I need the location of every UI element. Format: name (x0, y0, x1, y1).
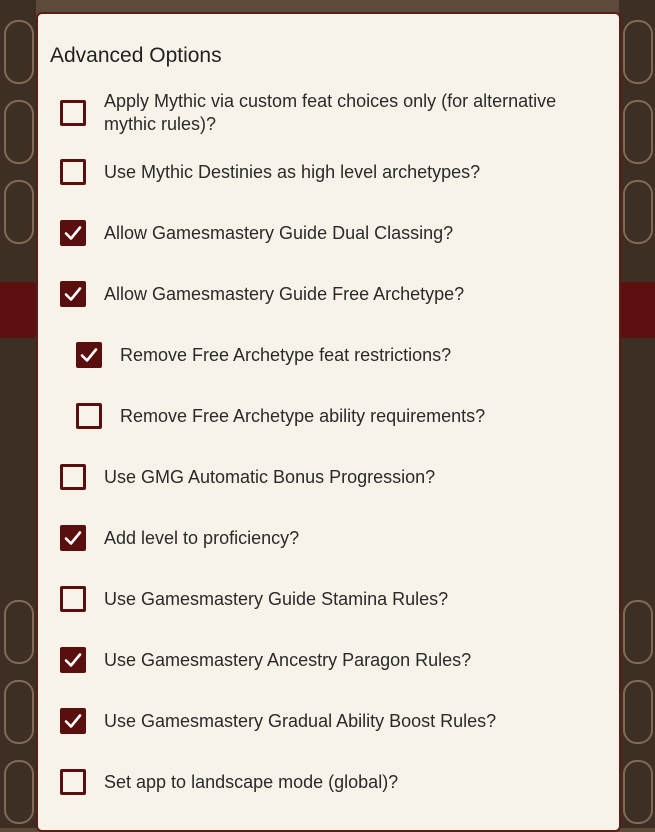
option-label: Use Gamesmastery Guide Stamina Rules? (104, 588, 449, 609)
right-frame-border (619, 0, 655, 828)
option-row[interactable]: Remove Free Archetype feat restrictions? (76, 342, 601, 368)
ornament-icon (4, 20, 34, 84)
checkmark-icon (80, 348, 98, 362)
checkmark-icon (64, 714, 82, 728)
left-frame-border (0, 0, 36, 828)
option-label: Use GMG Automatic Bonus Progression? (104, 466, 436, 487)
option-row[interactable]: Use GMG Automatic Bonus Progression? (60, 464, 601, 490)
option-label: Apply Mythic via custom feat choices onl… (104, 91, 557, 134)
checkmark-icon (64, 287, 82, 301)
checkbox-checked[interactable] (60, 525, 86, 551)
option-label: Remove Free Archetype ability requiremen… (120, 405, 486, 426)
option-label: Remove Free Archetype feat restrictions? (120, 344, 452, 365)
checkbox-checked[interactable] (60, 281, 86, 307)
option-row[interactable]: Use Gamesmastery Guide Stamina Rules? (60, 586, 601, 612)
ornament-icon (623, 760, 653, 824)
option-row[interactable]: Add level to proficiency? (60, 525, 601, 551)
option-row[interactable]: Set app to landscape mode (global)? (60, 769, 601, 795)
left-ribbon (0, 282, 36, 338)
option-label: Use Mythic Destinies as high level arche… (104, 161, 481, 182)
option-label: Allow Gamesmastery Guide Free Archetype? (104, 283, 465, 304)
ornament-icon (623, 600, 653, 664)
option-label: Add level to proficiency? (104, 527, 300, 548)
ornament-icon (4, 600, 34, 664)
checkbox-checked[interactable] (60, 647, 86, 673)
checkbox-checked[interactable] (60, 708, 86, 734)
checkbox-unchecked[interactable] (60, 586, 86, 612)
option-row[interactable]: Use Mythic Destinies as high level arche… (60, 159, 601, 185)
option-label: Allow Gamesmastery Guide Dual Classing? (104, 222, 454, 243)
checkbox-unchecked[interactable] (60, 100, 86, 126)
advanced-options-dialog: Advanced Options Apply Mythic via custom… (36, 12, 621, 832)
checkmark-icon (64, 531, 82, 545)
option-row[interactable]: Use Gamesmastery Ancestry Paragon Rules? (60, 647, 601, 673)
checkbox-unchecked[interactable] (60, 769, 86, 795)
option-row[interactable]: Use Gamesmastery Gradual Ability Boost R… (60, 708, 601, 734)
ornament-icon (4, 760, 34, 824)
checkbox-checked[interactable] (60, 220, 86, 246)
ornament-icon (623, 20, 653, 84)
checkbox-unchecked[interactable] (60, 159, 86, 185)
checkbox-unchecked[interactable] (60, 464, 86, 490)
checkmark-icon (64, 653, 82, 667)
ornament-icon (4, 100, 34, 164)
right-ribbon (619, 282, 655, 338)
option-row[interactable]: Apply Mythic via custom feat choices onl… (60, 90, 601, 136)
ornament-icon (623, 680, 653, 744)
checkmark-icon (64, 226, 82, 240)
option-row[interactable]: Allow Gamesmastery Guide Dual Classing? (60, 220, 601, 246)
option-label: Use Gamesmastery Ancestry Paragon Rules? (104, 649, 472, 670)
ornament-icon (623, 100, 653, 164)
dialog-title: Advanced Options (50, 44, 222, 67)
ornament-icon (623, 180, 653, 244)
option-label: Set app to landscape mode (global)? (104, 771, 399, 792)
option-row[interactable]: Allow Gamesmastery Guide Free Archetype? (60, 281, 601, 307)
ornament-icon (4, 680, 34, 744)
checkbox-checked[interactable] (76, 342, 102, 368)
option-label: Use Gamesmastery Gradual Ability Boost R… (104, 710, 497, 731)
checkbox-unchecked[interactable] (76, 403, 102, 429)
ornament-icon (4, 180, 34, 244)
option-row[interactable]: Remove Free Archetype ability requiremen… (76, 403, 601, 429)
